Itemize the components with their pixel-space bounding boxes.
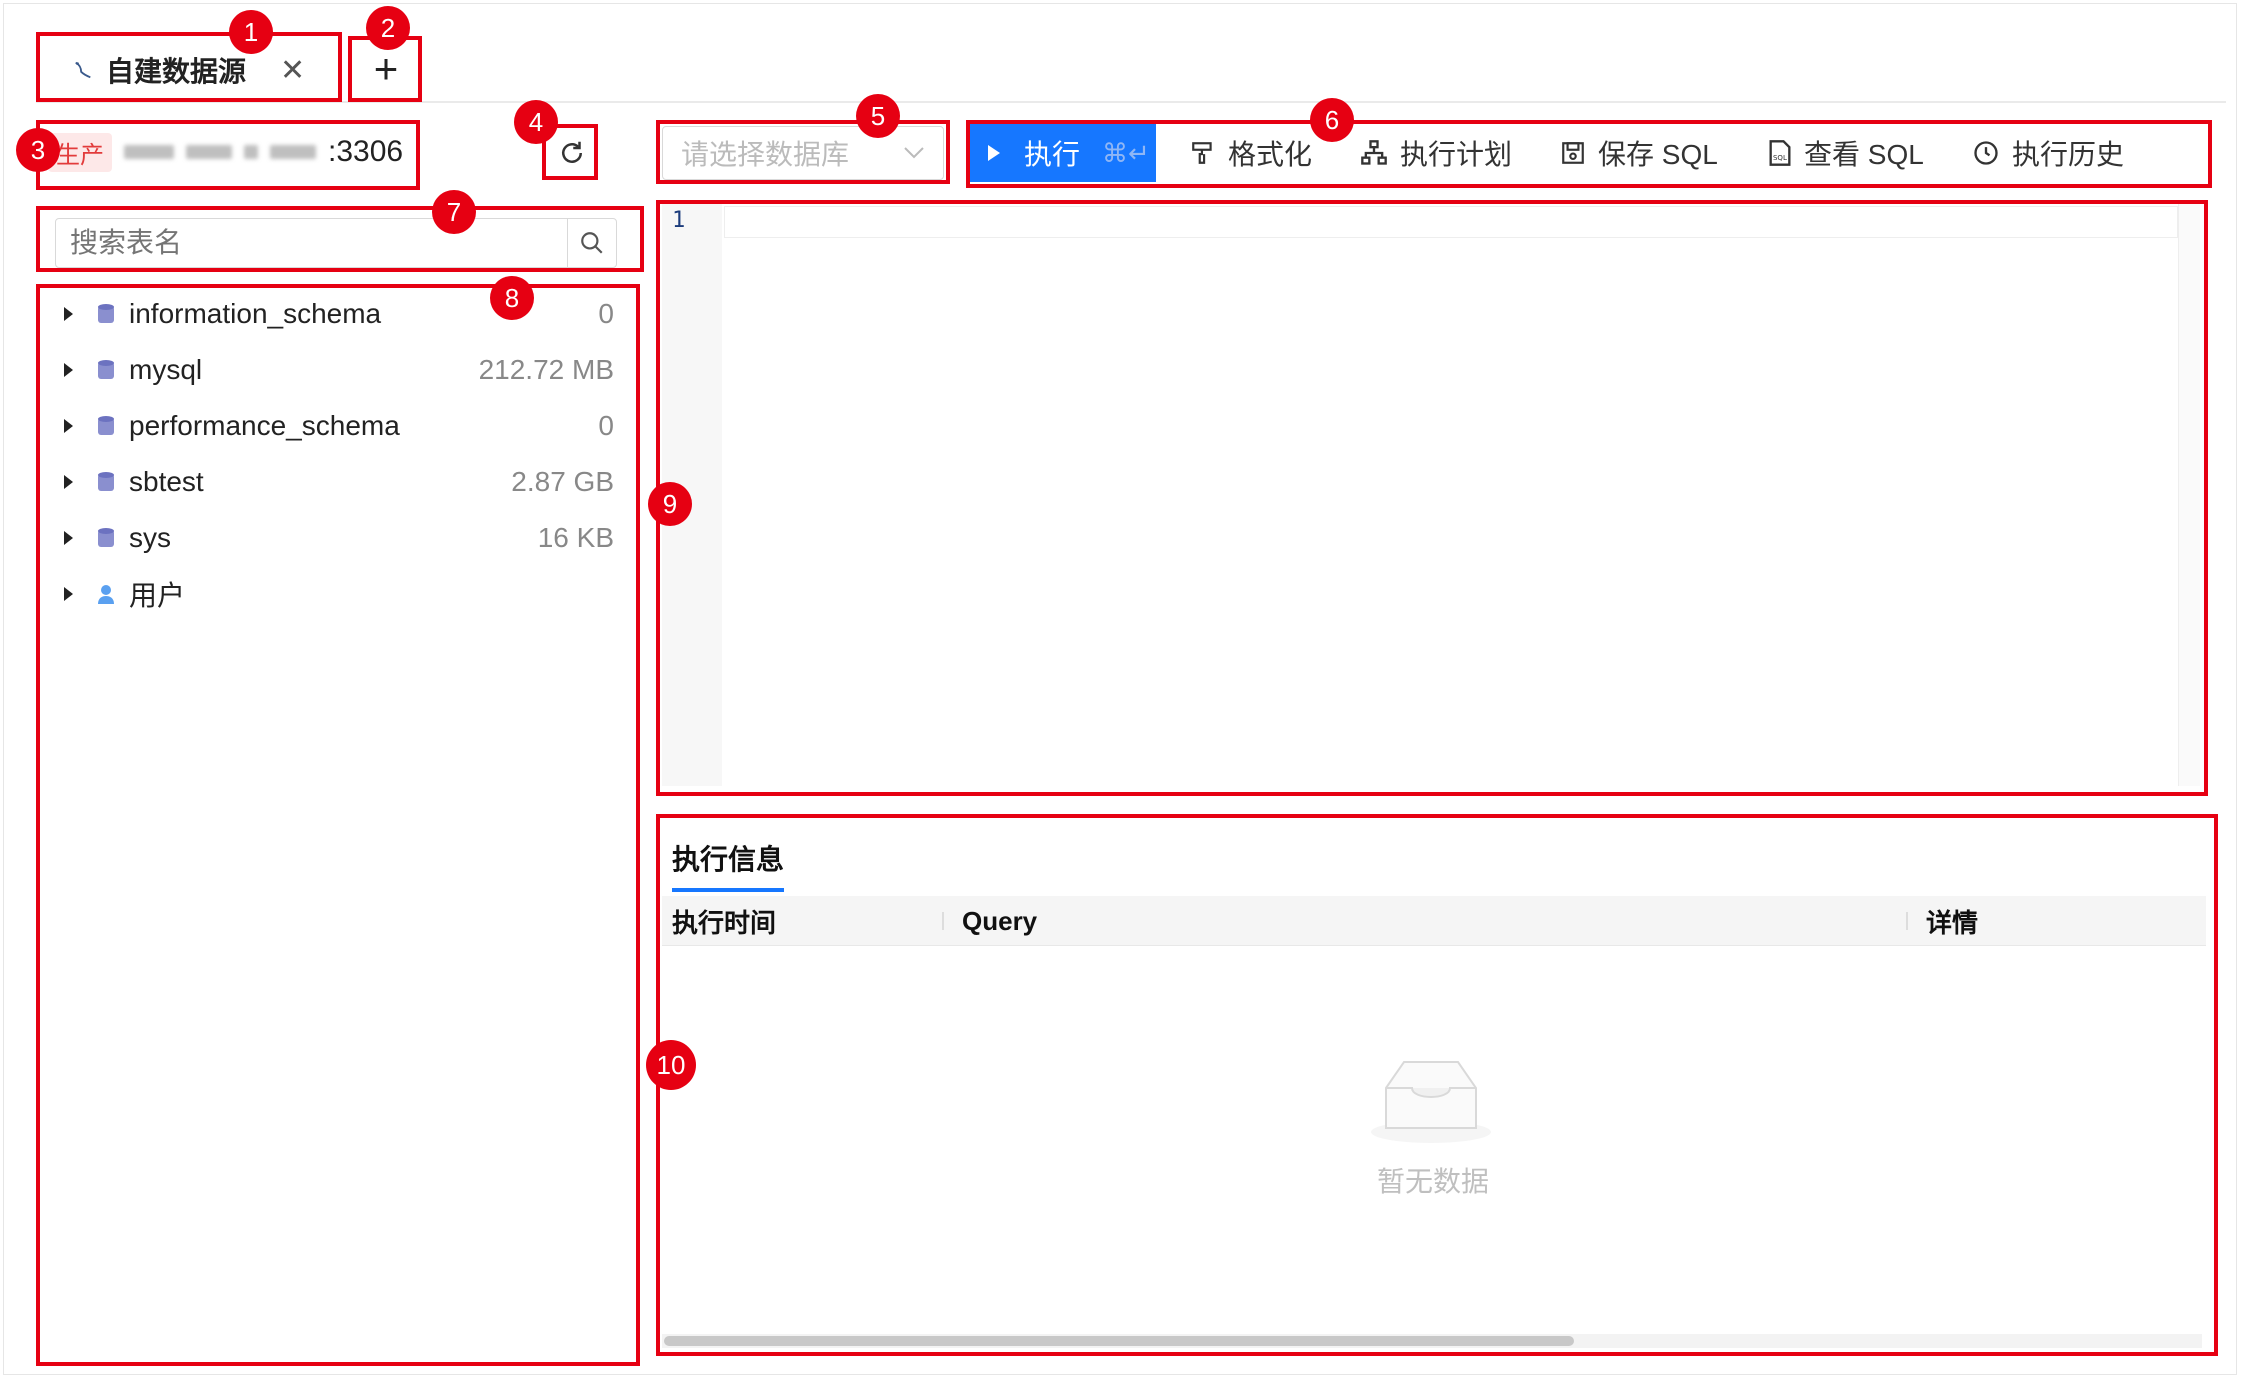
tree-item-size: 16 KB [537,522,614,553]
active-line [724,206,2178,238]
annotation-badge: 4 [514,100,558,144]
tree-item-name: 用户 [129,580,186,611]
play-icon [988,145,1000,161]
col-detail: 详情 [1926,907,1979,938]
database-icon [98,528,114,547]
database-icon [98,416,114,435]
sql-file-icon: SQL [1769,140,1791,166]
tree-item-name: sbtest [129,466,204,497]
annotation-badge: 7 [432,190,476,234]
history-label: 执行历史 [2012,139,2125,170]
results-scrollbar[interactable] [664,1336,1574,1346]
caret-right-icon[interactable] [64,419,73,433]
col-divider [942,912,944,930]
view-sql-button[interactable]: SQL 查看 SQL [1768,132,1924,174]
refresh-icon [562,141,582,163]
user-icon [98,585,114,604]
tab-divider [36,101,2226,103]
plan-button[interactable]: 执行计划 [1360,132,1512,174]
chevron-down-icon [904,147,924,159]
host-redacted [124,145,328,159]
tree-item-size: 2.87 GB [511,466,614,497]
refresh-button[interactable] [553,134,591,172]
results-scroll-track [662,1334,2202,1348]
connection-info: 生产 :3306 [48,130,403,174]
results-title[interactable]: 执行信息 [672,838,784,878]
run-shortcut: ⌘↵ [1102,137,1150,168]
database-select-placeholder: 请选择数据库 [681,139,850,170]
annotation-badge: 5 [856,94,900,138]
tree-item-name: sys [129,522,171,553]
database-icon [98,360,114,379]
tree-item-name: mysql [129,354,203,385]
save-icon [1562,142,1584,164]
paint-roller-icon [1192,142,1212,164]
tree-item-size: 0 [598,298,614,329]
annotation-badge: 2 [366,6,410,50]
hierarchy-icon [1361,140,1387,165]
format-button[interactable]: 格式化 [1190,132,1312,174]
results-tab-indicator [672,888,784,892]
empty-icon [1368,1058,1494,1149]
view-sql-label: 查看 SQL [1804,139,1924,170]
run-label: 执行 [1024,139,1081,170]
clock-icon [1974,141,1998,165]
port-label: :3306 [328,135,404,168]
col-divider [1906,912,1908,930]
editor-scrollbar[interactable] [2178,204,2200,786]
tree-item[interactable]: mysql 212.72 MB [58,342,614,398]
col-query: Query [962,905,1038,936]
close-icon[interactable]: ✕ [280,53,305,88]
tree-item[interactable]: 用户 [58,566,614,622]
caret-right-icon[interactable] [64,531,73,545]
tree-item[interactable]: sys 16 KB [58,510,614,566]
save-sql-button[interactable]: 保存 SQL [1560,132,1718,174]
plus-icon: + [373,45,399,92]
history-button[interactable]: 执行历史 [1972,132,2124,174]
database-select[interactable]: 请选择数据库 [662,126,944,180]
database-icon [98,472,114,491]
table-search [55,218,617,268]
results-title-label: 执行信息 [672,844,785,875]
search-icon [581,232,603,254]
tree-item-name: performance_schema [129,410,400,441]
empty-text: 暂无数据 [1376,1166,1489,1197]
svg-text:SQL: SQL [1773,154,1787,162]
annotation-badge: 9 [648,482,692,526]
database-icon [98,304,114,323]
col-exec-time: 执行时间 [672,907,777,938]
tab-label: 自建数据源 [106,56,247,87]
annotation-badge: 1 [229,10,273,54]
tree-item[interactable]: sbtest 2.87 GB [58,454,614,510]
annotation-badge: 8 [490,276,534,320]
annotation-badge: 6 [1310,98,1354,142]
plan-label: 执行计划 [1400,139,1513,170]
caret-right-icon[interactable] [64,587,73,601]
sql-editor[interactable] [724,204,2178,786]
search-button[interactable] [567,219,616,267]
save-sql-label: 保存 SQL [1598,139,1718,170]
caret-right-icon[interactable] [64,363,73,377]
schema-tree: information_schema 0 mysql 212.72 MB perform… [58,286,614,622]
mysql-icon [75,61,91,79]
format-label: 格式化 [1228,139,1313,170]
annotation-badge: 10 [646,1040,696,1090]
search-input[interactable] [56,226,567,260]
caret-right-icon[interactable] [64,475,73,489]
tree-item[interactable]: performance_schema 0 [58,398,614,454]
tab-datasource[interactable]: 自建数据源 ✕ [72,48,305,92]
tree-item-size: 0 [598,410,614,441]
caret-right-icon[interactable] [64,307,73,321]
annotation-badge: 3 [16,128,60,172]
line-number: 1 [672,208,686,233]
tree-item-size: 212.72 MB [478,354,614,385]
run-button[interactable]: 执行 ⌘↵ [970,124,1156,182]
